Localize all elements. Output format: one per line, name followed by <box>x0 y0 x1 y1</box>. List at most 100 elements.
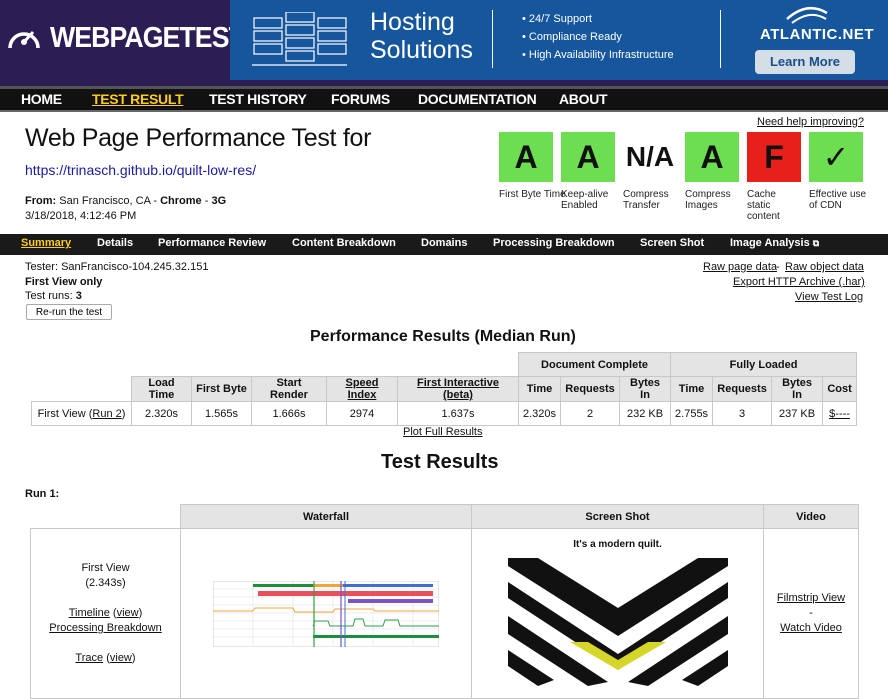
trace-view-link[interactable]: view <box>110 652 132 664</box>
cell-doc-requests: 2 <box>560 401 621 426</box>
view-info: First View only <box>25 276 103 288</box>
col-full-requests: Requests <box>712 376 773 402</box>
timeline-links: Timeline (view) <box>68 607 143 619</box>
cell-start-render: 1.666s <box>251 401 327 426</box>
video-cell: Filmstrip View - Watch Video <box>763 528 859 699</box>
cell-first-byte: 1.565s <box>191 401 252 426</box>
page-title: Web Page Performance Test for <box>25 124 372 152</box>
external-link-icon: ⧉ <box>812 238 820 248</box>
atlantic-brand: ATLANTIC.NET <box>760 26 875 43</box>
grade-cache-static[interactable]: F <box>747 132 801 182</box>
col-load-time: Load Time <box>131 376 192 402</box>
run-row: First View (2.343s) Timeline (view) Proc… <box>30 528 859 699</box>
ad-bullet: 24/7 Support <box>522 10 674 28</box>
tab-content-breakdown[interactable]: Content Breakdown <box>292 237 396 249</box>
filmstrip-view-link[interactable]: Filmstrip View <box>777 592 845 604</box>
browser-name: Chrome <box>160 195 202 207</box>
nav-forums[interactable]: FORUMS <box>331 91 390 107</box>
view-test-log-link[interactable]: View Test Log <box>795 291 863 303</box>
fully-loaded-header: Fully Loaded <box>670 352 858 377</box>
quilt-screenshot[interactable] <box>507 558 728 686</box>
ad-title-line1: Hosting <box>370 8 455 36</box>
nav-test-history[interactable]: TEST HISTORY <box>209 91 307 107</box>
tab-image-analysis[interactable]: Image Analysis ⧉ <box>730 237 819 249</box>
row-label: First View (Run 2) <box>31 401 132 426</box>
column-header-row: Load Time First Byte Start Render Speed … <box>31 376 858 402</box>
nav-documentation[interactable]: DOCUMENTATION <box>418 91 537 107</box>
col-cost: Cost <box>822 376 858 402</box>
trace-link[interactable]: Trace <box>75 652 103 664</box>
grade-compress-transfer[interactable]: N/A <box>623 132 677 182</box>
ad-title-line2: Solutions <box>370 36 473 64</box>
tab-screen-shot[interactable]: Screen Shot <box>640 237 704 249</box>
nav-about[interactable]: ABOUT <box>559 91 608 107</box>
nav-test-result[interactable]: TEST RESULT <box>92 91 184 107</box>
nav-home[interactable]: HOME <box>21 91 62 107</box>
raw-page-data-link[interactable]: Raw page data <box>703 261 777 273</box>
cell-doc-bytes: 232 KB <box>619 401 672 426</box>
table-row: First View (Run 2) 2.320s 1.565s 1.666s … <box>31 401 858 426</box>
run-time: (2.343s) <box>85 577 126 589</box>
help-improving-link[interactable]: Need help improving? <box>757 116 864 128</box>
group-header-row: Document Complete Fully Loaded <box>31 352 858 377</box>
grade-label-compress-transfer: Compress Transfer <box>623 189 669 211</box>
video-link-separator: - <box>809 607 813 619</box>
ad-title: Hosting Solutions <box>370 8 473 64</box>
watch-video-link[interactable]: Watch Video <box>780 622 842 634</box>
cell-doc-time: 2.320s <box>517 401 562 426</box>
tab-performance-review[interactable]: Performance Review <box>158 237 266 249</box>
screenshot-cell: It's a modern quilt. <box>471 528 764 699</box>
tab-summary[interactable]: Summary <box>21 237 71 249</box>
waterfall-thumbnail[interactable] <box>213 580 439 647</box>
cell-cost-link[interactable]: $---- <box>822 401 858 426</box>
ad-bullet: High Availability Infrastructure <box>522 46 674 64</box>
test-results-title: Test Results <box>381 451 499 473</box>
run-2-link[interactable]: Run 2 <box>92 408 121 420</box>
raw-object-data-link[interactable]: Raw object data <box>785 261 864 273</box>
col-speed-index[interactable]: Speed Index <box>326 376 398 402</box>
cell-speed-index: 2974 <box>326 401 398 426</box>
cell-full-bytes: 237 KB <box>771 401 824 426</box>
test-date: 3/18/2018, 4:12:46 PM <box>25 210 137 222</box>
grade-cdn[interactable]: ✓ <box>809 132 863 182</box>
from-label: From: <box>25 195 57 207</box>
tab-image-analysis-label: Image Analysis <box>730 237 810 249</box>
tab-details[interactable]: Details <box>97 237 133 249</box>
timeline-view-link[interactable]: view <box>117 607 139 619</box>
hosting-ad-banner[interactable]: Hosting Solutions 24/7 Support Complianc… <box>230 0 888 80</box>
col-waterfall: Waterfall <box>180 504 472 529</box>
run-header-row: Waterfall Screen Shot Video <box>30 504 859 529</box>
from-location: San Francisco, CA - <box>59 195 161 207</box>
tested-url-link[interactable]: https://trinasch.github.io/quilt-low-res… <box>25 162 256 178</box>
tab-processing-breakdown[interactable]: Processing Breakdown <box>493 237 615 249</box>
timeline-link[interactable]: Timeline <box>69 607 110 619</box>
grade-label-keep-alive: Keep-alive Enabled <box>561 189 609 211</box>
performance-table: Document Complete Fully Loaded Load Time… <box>31 352 858 426</box>
processing-breakdown-link[interactable]: Processing Breakdown <box>49 622 162 634</box>
export-har-link[interactable]: Export HTTP Archive (.har) <box>733 276 865 288</box>
col-doc-requests: Requests <box>560 376 621 402</box>
plot-full-results-link[interactable]: Plot Full Results <box>403 426 482 438</box>
grade-compress-images[interactable]: A <box>685 132 739 182</box>
col-first-interactive[interactable]: First Interactive (beta) <box>397 376 519 402</box>
document-complete-header: Document Complete <box>517 352 672 377</box>
test-location: From: San Francisco, CA - Chrome - 3G <box>25 195 226 207</box>
tab-domains[interactable]: Domains <box>421 237 467 249</box>
grade-keep-alive[interactable]: A <box>561 132 615 182</box>
main-nav: HOME TEST RESULT TEST HISTORY FORUMS DOC… <box>0 86 888 112</box>
connection-separator: - <box>201 195 212 207</box>
blank-header <box>31 376 132 402</box>
blank-header <box>31 352 519 377</box>
grade-first-byte[interactable]: A <box>499 132 553 182</box>
learn-more-button[interactable]: Learn More <box>755 50 855 74</box>
atlantic-swirl-icon <box>786 6 828 24</box>
tester-info: Tester: SanFrancisco-104.245.32.151 <box>25 261 209 273</box>
test-runs-label: Test runs: <box>25 290 76 302</box>
server-rack-icon <box>252 12 347 66</box>
webpagetest-logo[interactable]: WEBPAGETEST <box>0 0 245 80</box>
blank-header <box>30 504 181 529</box>
col-screen-shot: Screen Shot <box>471 504 764 529</box>
rerun-test-button[interactable]: Re-run the test <box>26 304 112 320</box>
